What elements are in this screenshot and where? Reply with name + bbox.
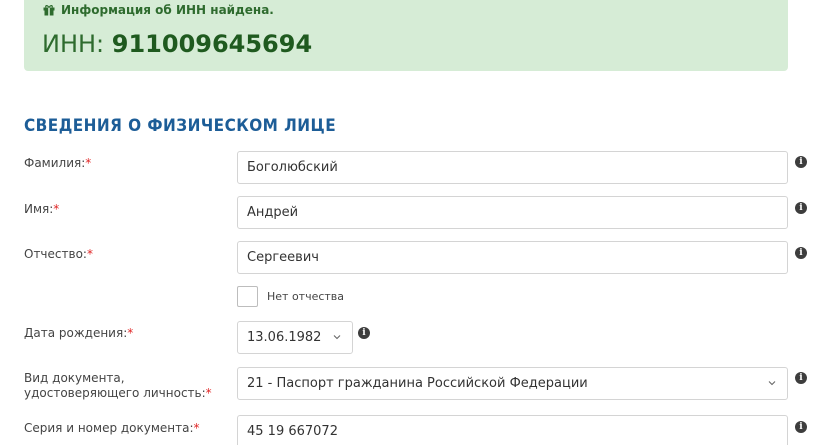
section-title: СВЕДЕНИЯ О ФИЗИЧЕСКОМ ЛИЦЕ: [24, 116, 337, 136]
chevron-down-icon: [768, 381, 776, 386]
inn-value: 911009645694: [111, 30, 313, 58]
surname-value: Боголюбский: [247, 160, 338, 175]
alert-message-line: Информация об ИНН найдена.: [43, 3, 274, 17]
gift-icon: [43, 5, 55, 16]
info-icon[interactable]: i: [795, 247, 807, 259]
chevron-down-icon: [333, 335, 341, 340]
surname-input[interactable]: Боголюбский: [237, 151, 788, 184]
birth-date-label: Дата рождения:*: [24, 326, 134, 340]
patronymic-label: Отчество:*: [24, 247, 93, 261]
required-mark: *: [205, 386, 212, 400]
alert-message: Информация об ИНН найдена.: [61, 3, 274, 17]
patronymic-value: Сергеевич: [247, 250, 319, 265]
required-mark: *: [53, 202, 60, 216]
surname-label: Фамилия:*: [24, 156, 92, 170]
doc-type-select[interactable]: 21 - Паспорт гражданина Российской Федер…: [237, 367, 788, 400]
name-value: Андрей: [247, 205, 299, 220]
required-mark: *: [86, 247, 93, 261]
no-patronymic-label[interactable]: Нет отчества: [267, 290, 344, 303]
required-mark: *: [193, 421, 200, 435]
no-patronymic-checkbox[interactable]: [237, 286, 258, 307]
info-icon[interactable]: i: [795, 421, 807, 433]
doc-type-value: 21 - Паспорт гражданина Российской Федер…: [247, 376, 588, 391]
inn-display: ИНН: 911009645694: [42, 30, 312, 58]
info-icon[interactable]: i: [795, 156, 807, 168]
inn-label: ИНН:: [42, 30, 112, 58]
name-input[interactable]: Андрей: [237, 196, 788, 229]
inn-found-alert: Информация об ИНН найдена. ИНН: 91100964…: [24, 0, 788, 71]
doc-type-label: Вид документа, удостоверяющего личность:…: [24, 371, 212, 400]
required-mark: *: [85, 156, 92, 170]
birth-date-value: 13.06.1982: [247, 330, 322, 345]
required-mark: *: [127, 326, 134, 340]
doc-number-value: 45 19 667072: [247, 424, 338, 439]
birth-date-select[interactable]: 13.06.1982: [237, 321, 353, 354]
doc-number-label: Серия и номер документа:*: [24, 421, 200, 435]
patronymic-input[interactable]: Сергеевич: [237, 241, 788, 274]
name-label: Имя:*: [24, 202, 60, 216]
doc-number-input[interactable]: 45 19 667072: [237, 415, 788, 445]
info-icon[interactable]: i: [795, 372, 807, 384]
info-icon[interactable]: i: [795, 202, 807, 214]
info-icon[interactable]: i: [358, 327, 370, 339]
